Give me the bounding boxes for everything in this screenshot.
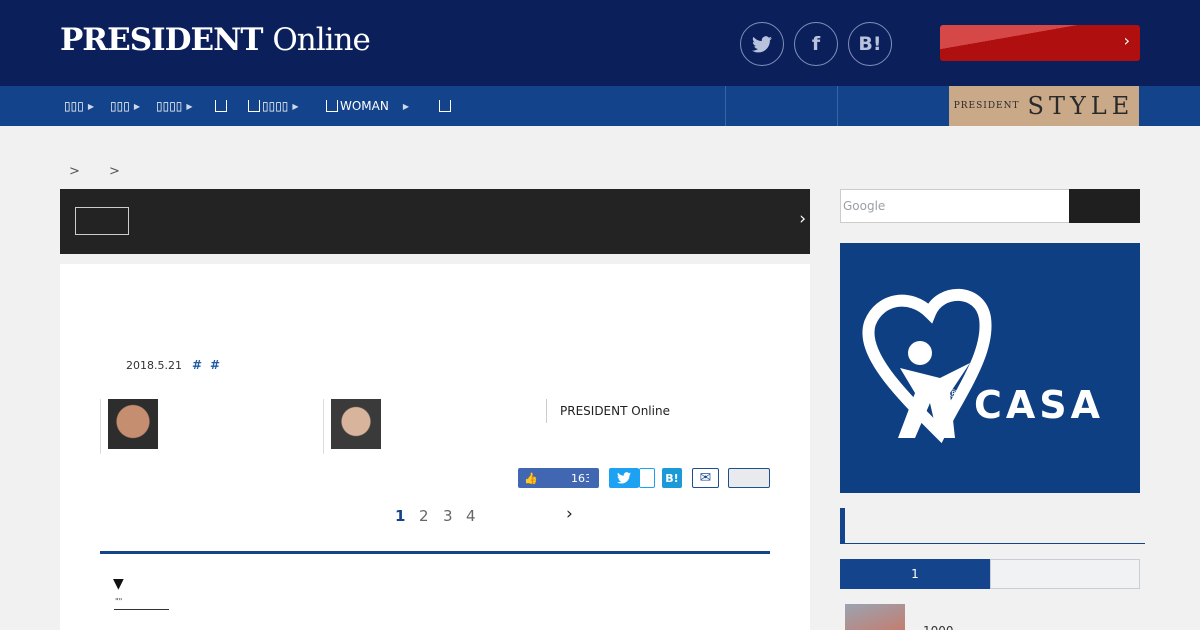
twitter-icon <box>617 472 631 484</box>
site-header: PRESIDENT Online f B! › <box>0 0 1200 86</box>
caption-underline <box>114 609 169 610</box>
page-link[interactable]: 4 <box>466 507 476 525</box>
ranking-item-title[interactable]: 1000 <box>923 624 954 630</box>
facebook-icon[interactable]: f <box>794 22 838 66</box>
nav-divider <box>837 86 838 126</box>
casa-ad[interactable]: ® CASA <box>840 243 1140 493</box>
search-button[interactable] <box>1069 189 1140 223</box>
breadcrumb-separator: > <box>69 164 80 179</box>
author-block[interactable] <box>323 399 533 454</box>
nav-item-label: ▯▯▯▯ <box>156 99 183 113</box>
search-input[interactable]: Google <box>840 189 1070 223</box>
author-avatar <box>108 399 158 449</box>
page-link[interactable]: 2 <box>419 507 429 525</box>
breadcrumb-separator: > <box>109 164 120 179</box>
mail-icon[interactable]: ✉ <box>692 468 719 488</box>
nav-item-label: ▯▯▯ <box>110 99 130 113</box>
tweet-button[interactable] <box>609 468 639 488</box>
article-card: 2018.5.21 # # PRESIDENT Online 👍 163 B! … <box>60 264 810 630</box>
page-link-current[interactable]: 1 <box>395 507 405 525</box>
next-page-icon[interactable]: › <box>566 504 573 524</box>
save-button[interactable] <box>728 468 770 488</box>
page-link[interactable]: 3 <box>443 507 453 525</box>
chevron-right-icon: › <box>1123 31 1130 50</box>
ranking-thumbnail[interactable] <box>845 604 905 630</box>
facebook-share-tab[interactable] <box>589 468 599 488</box>
nav-item-1[interactable]: ▯▯▯ ▶ <box>64 86 94 126</box>
publisher-label: PRESIDENT Online <box>546 399 670 423</box>
ad-brand-text: CASA <box>974 383 1105 427</box>
book-icon <box>439 100 451 112</box>
thumbs-up-icon: 👍 <box>524 471 538 485</box>
book-icon <box>326 100 338 112</box>
caption-mark: "" <box>115 597 123 606</box>
chevron-right-icon: › <box>799 209 806 229</box>
series-banner[interactable]: › <box>60 189 810 254</box>
caret-right-icon: ▶ <box>292 101 299 111</box>
hatena-bookmark-icon[interactable]: B! <box>848 22 892 66</box>
nav-item-label: ▯▯▯▯ <box>262 99 289 113</box>
nav-item-label: ▯▯▯ <box>64 99 84 113</box>
section-divider <box>100 551 770 554</box>
caret-right-icon: ▶ <box>186 101 193 111</box>
facebook-like-button[interactable]: 👍 163 <box>518 468 598 488</box>
nav-item-woman[interactable]: WOMAN ▶ <box>326 86 409 126</box>
casa-heart-logo <box>862 288 992 444</box>
ranking-tab-1[interactable]: 1 <box>840 559 990 589</box>
logo-text-president: PRESIDENT <box>60 22 264 58</box>
publish-date: 2018.5.21 <box>126 359 182 372</box>
author-avatar <box>331 399 381 449</box>
style-logo-big: STYLE <box>1027 92 1135 120</box>
ranking-tab-2[interactable] <box>990 559 1140 589</box>
hatena-bookmark-button[interactable]: B! <box>662 468 682 488</box>
premium-cta-button[interactable]: › <box>940 25 1140 61</box>
triangle-down-icon: ▼ <box>113 576 124 592</box>
site-logo[interactable]: PRESIDENT Online <box>60 22 371 58</box>
logo-text-online: Online <box>272 22 371 58</box>
author-block[interactable] <box>100 399 310 454</box>
tweet-count <box>639 468 655 488</box>
book-icon <box>248 100 260 112</box>
president-style-link[interactable]: PRESIDENT STYLE <box>949 86 1139 126</box>
nav-item-3[interactable]: ▯▯▯▯ ▶ <box>156 86 193 126</box>
nav-item-4[interactable] <box>215 86 229 126</box>
caret-right-icon: ▶ <box>87 101 94 111</box>
twitter-icon[interactable] <box>740 22 784 66</box>
nav-item-7[interactable] <box>439 86 453 126</box>
nav-item-5[interactable]: ▯▯▯▯ ▶ <box>248 86 299 126</box>
book-icon <box>215 100 227 112</box>
nav-divider <box>725 86 726 126</box>
registered-mark: ® <box>948 387 959 400</box>
caret-right-icon: ▶ <box>402 101 410 111</box>
nav-item-2[interactable]: ▯▯▯ ▶ <box>110 86 140 126</box>
tag-link[interactable]: # <box>210 358 220 372</box>
tag-link[interactable]: # <box>192 358 202 372</box>
nav-item-label: WOMAN <box>340 99 389 113</box>
caret-right-icon: ▶ <box>133 101 140 111</box>
style-logo-small: PRESIDENT <box>953 101 1020 111</box>
series-tag <box>75 207 129 235</box>
ranking-section-header <box>840 508 1145 544</box>
